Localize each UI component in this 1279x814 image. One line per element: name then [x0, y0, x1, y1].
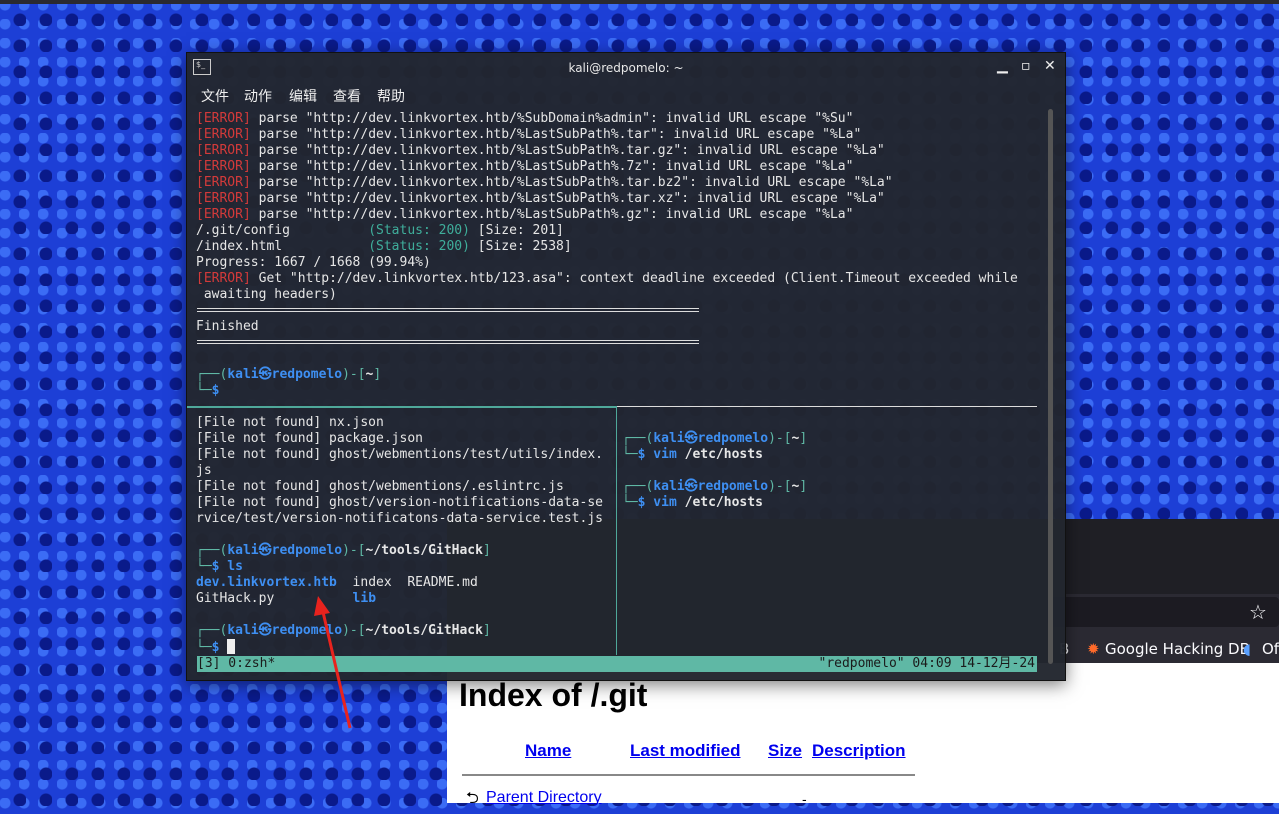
- annotation-arrow: [314, 596, 352, 729]
